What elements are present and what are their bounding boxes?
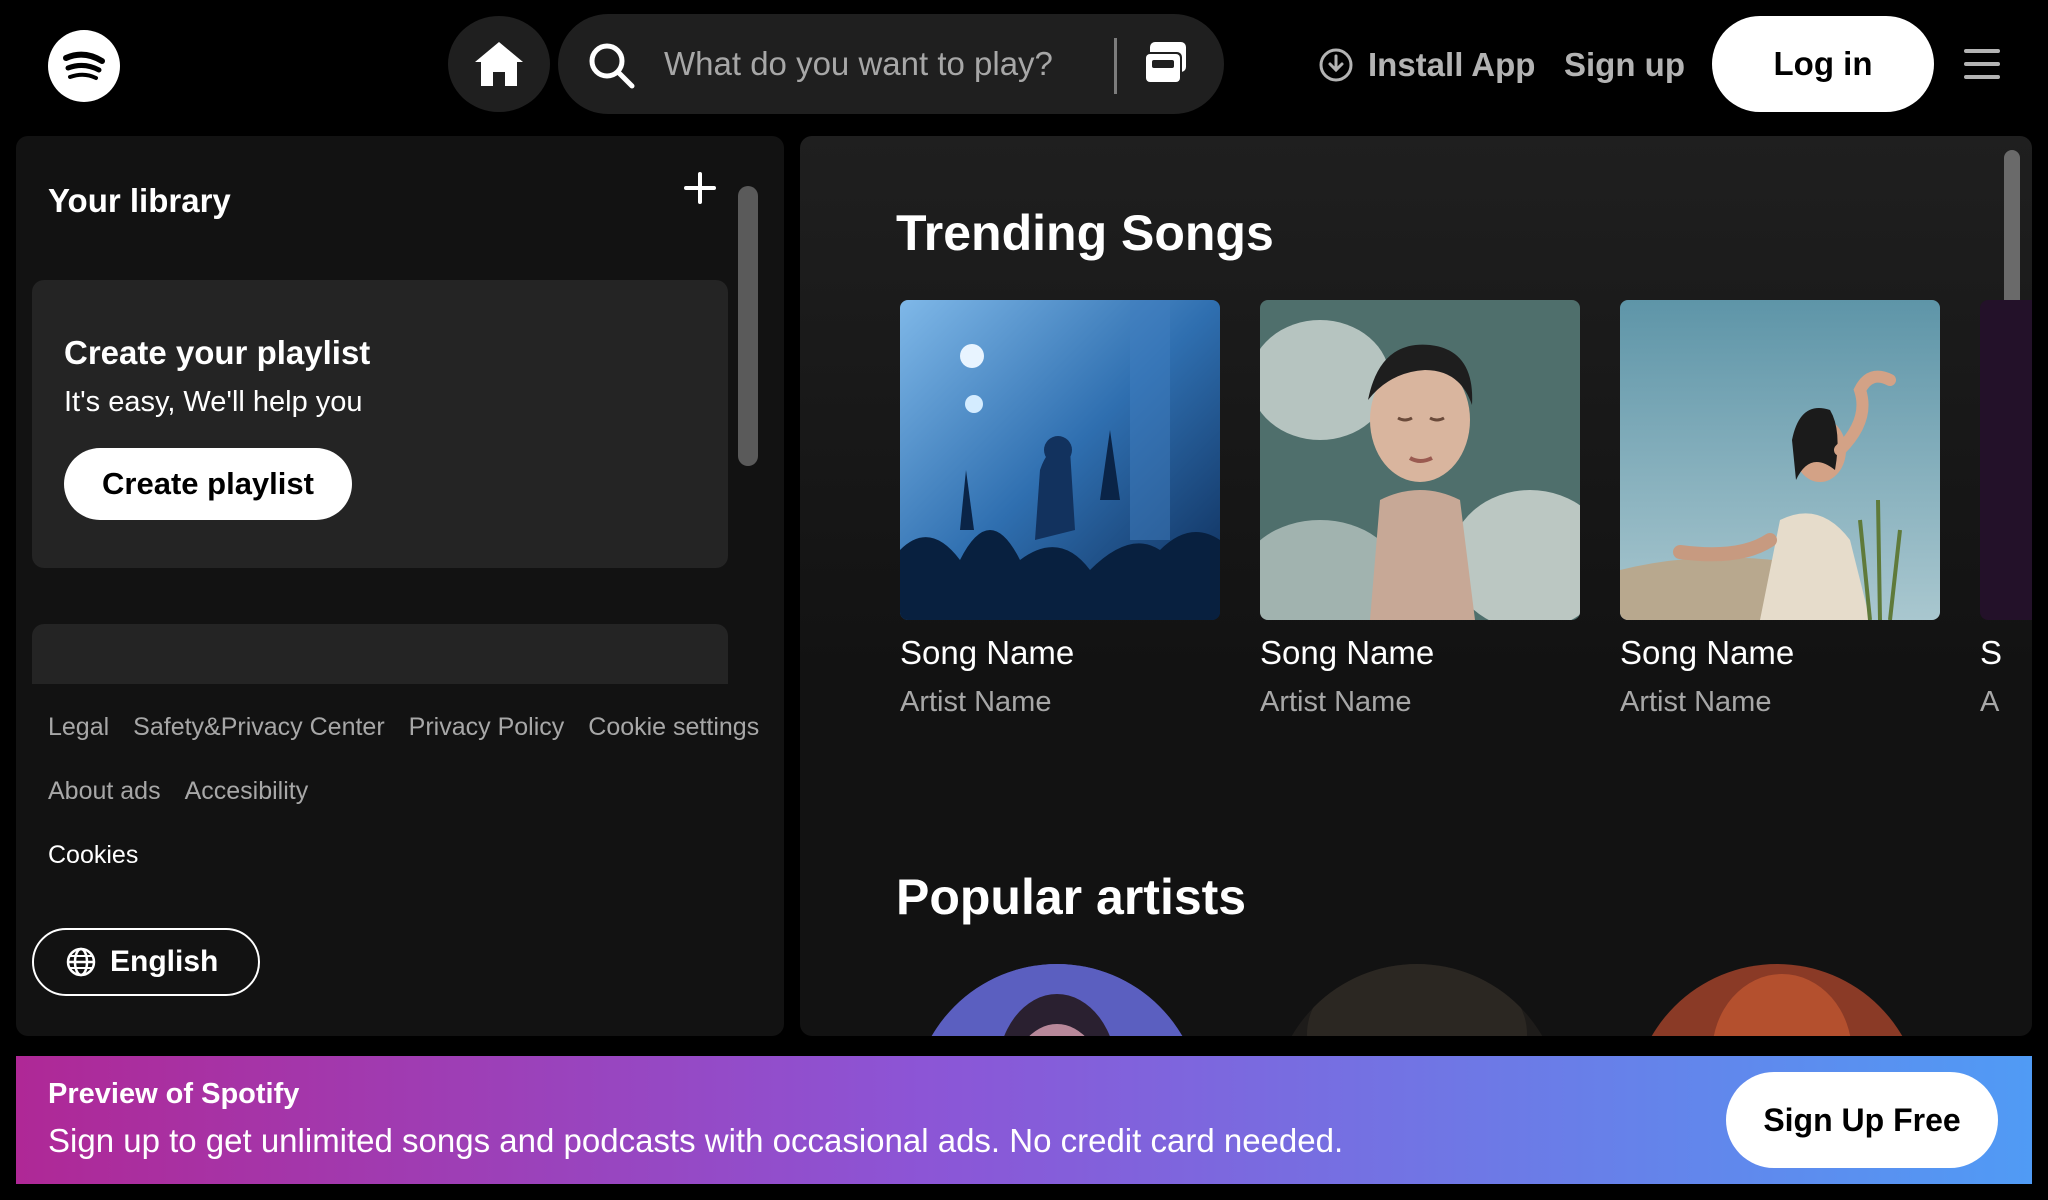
globe-icon (66, 947, 96, 977)
log-in-button[interactable]: Log in (1712, 16, 1934, 112)
search-divider (1114, 38, 1117, 94)
song-name[interactable]: Song Name (1620, 634, 1940, 672)
woman-in-sun-image[interactable] (1620, 300, 1940, 620)
main-content: Trending Songs Song Name Artist Name Son… (800, 136, 2032, 1036)
cookie-settings-link[interactable]: Cookie settings (588, 713, 759, 742)
install-app-label: Install App (1368, 46, 1536, 83)
download-icon (1319, 48, 1353, 82)
song-card[interactable]: Song Name Artist Name (1620, 300, 1940, 719)
preview-banner[interactable]: Preview of Spotify Sign up to get unlimi… (16, 1056, 2032, 1184)
home-icon (475, 42, 523, 86)
language-label: English (110, 945, 219, 978)
create-playlist-card: Create your playlist It's easy, We'll he… (32, 280, 728, 568)
podcast-card (32, 624, 728, 684)
song-name[interactable]: Song Name (1260, 634, 1580, 672)
about-ads-link[interactable]: About ads (48, 777, 161, 806)
trending-songs-title: Trending Songs (896, 205, 1274, 261)
artist-avatar[interactable] (1632, 964, 1922, 1036)
accessibility-link[interactable]: Accesibility (185, 777, 309, 806)
privacy-policy-link[interactable]: Privacy Policy (409, 713, 565, 742)
top-bar: Install App Sign up Log in (0, 0, 2048, 132)
preview-title: Preview of Spotify (48, 1078, 300, 1110)
sign-up-free-button[interactable]: Sign Up Free (1726, 1072, 1998, 1168)
browse-icon[interactable] (1138, 36, 1194, 92)
sign-up-link[interactable]: Sign up (1564, 36, 1685, 94)
create-playlist-subtitle: It's easy, We'll help you (64, 386, 363, 418)
create-playlist-button[interactable]: Create playlist (64, 448, 352, 520)
concert-crowd-image[interactable] (900, 300, 1220, 620)
install-app-link[interactable]: Install App (1318, 36, 1535, 94)
artist-name[interactable]: Artist Name (900, 686, 1220, 719)
hamburger-menu-icon[interactable] (1962, 46, 2002, 82)
search-bar (558, 14, 1224, 114)
song-card[interactable]: Song Name Artist Name (900, 300, 1220, 719)
home-button[interactable] (448, 16, 550, 112)
library-scrollbar[interactable] (738, 186, 758, 466)
preview-text: Sign up to get unlimited songs and podca… (48, 1122, 1344, 1159)
artist-name[interactable]: Artist Name (1620, 686, 1940, 719)
footer-links: Legal Safety&Privacy Center Privacy Poli… (48, 710, 768, 902)
song-card[interactable]: Song Name Artist Name (1260, 300, 1580, 719)
song-name[interactable]: Song Name (900, 634, 1220, 672)
artist-name[interactable]: Artist Name (1260, 686, 1580, 719)
library-title: Your library (48, 182, 231, 219)
language-button[interactable]: English (32, 928, 260, 996)
library-sidebar: Your library Create your playlist It's e… (16, 136, 784, 1036)
create-playlist-title: Create your playlist (64, 334, 371, 371)
next-song-cover[interactable] (1980, 300, 2032, 620)
next-song-name[interactable]: S (1980, 634, 2002, 672)
safety-privacy-center-link[interactable]: Safety&Privacy Center (133, 713, 385, 742)
artist-avatar[interactable] (1272, 964, 1562, 1036)
search-icon[interactable] (586, 40, 636, 90)
plus-icon[interactable] (680, 168, 720, 208)
search-input[interactable] (664, 34, 1064, 94)
next-artist-name[interactable]: A (1980, 686, 1999, 719)
popular-artists-title: Popular artists (896, 869, 1247, 925)
person-in-water-image[interactable] (1260, 300, 1580, 620)
spotify-logo-icon[interactable] (48, 30, 120, 102)
artist-avatar[interactable] (912, 964, 1202, 1036)
cookies-link[interactable]: Cookies (48, 841, 138, 870)
legal-link[interactable]: Legal (48, 713, 109, 742)
